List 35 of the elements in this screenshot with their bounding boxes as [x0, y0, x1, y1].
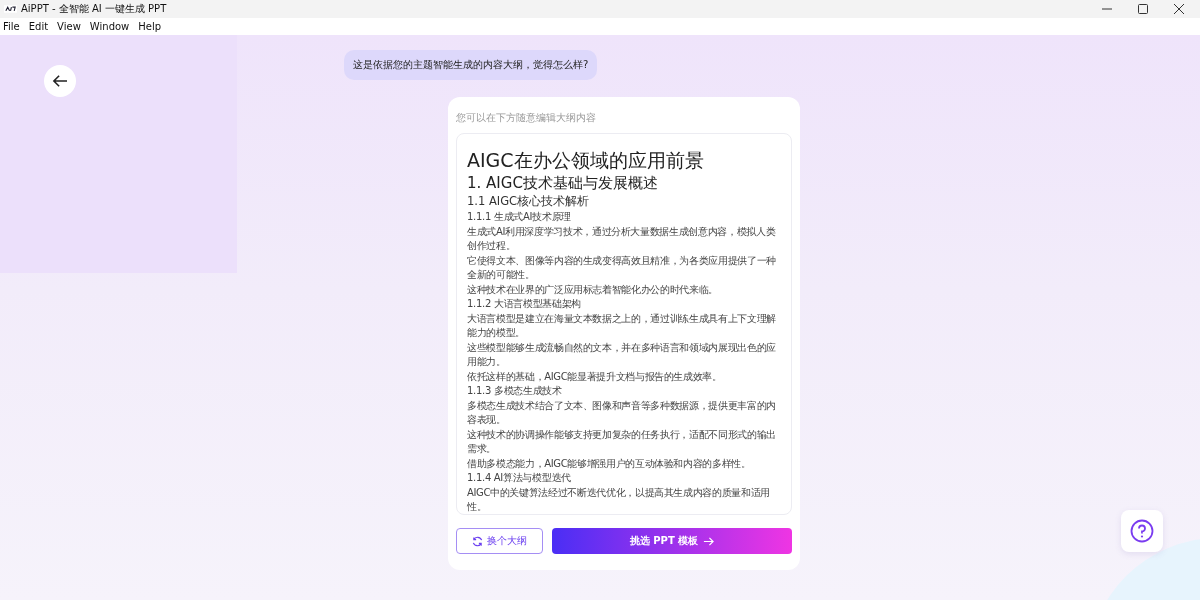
window-title: AiPPT - 全智能 AI 一键生成 PPT: [21, 2, 167, 16]
outline-paragraph: AIGC中的关键算法经过不断迭代优化，以提高其生成内容的质量和适用性。: [467, 485, 771, 514]
back-arrow-icon: [52, 74, 68, 88]
menu-item[interactable]: View: [57, 21, 81, 32]
outline-subheading: 1.1 AIGC核心技术解析: [467, 193, 591, 210]
change-outline-button[interactable]: 换个大纲: [456, 528, 543, 554]
outline-paragraph: 借助多模态能力，AIGC能够增强用户的互动体验和内容的多样性。: [467, 456, 752, 471]
outline-section: 1.1.2 大语言模型基础架构: [467, 297, 783, 312]
outline-paragraph: 多模态生成技术结合了文本、图像和声音等多种数据源，提供更丰富的内容表现。: [467, 398, 777, 427]
outline-paragraph: 生成式AI利用深度学习技术，通过分析大量数据生成创意内容，模拟人类创作过程。: [467, 224, 777, 253]
help-button[interactable]: [1121, 510, 1163, 552]
edit-hint: 您可以在下方随意编辑大纲内容: [456, 111, 597, 125]
outline-paragraph: 这种技术的协调操作能够支持更加复杂的任务执行，适配不同形式的输出需求。: [467, 427, 777, 456]
outline-title: AIGC在办公领域的应用前景: [467, 148, 705, 173]
right-arrow-icon: [703, 535, 715, 547]
outline-paragraph: 它使得文本、图像等内容的生成变得高效且精准，为各类应用提供了一种全新的可能性。: [467, 253, 777, 282]
menu-item[interactable]: Help: [138, 21, 162, 32]
choose-template-button[interactable]: 挑选 PPT 模板: [552, 528, 792, 554]
app-logo-icon: [4, 5, 17, 13]
outline-section: 1.1.4 AI算法与模型迭代: [467, 471, 783, 486]
menu-item[interactable]: Window: [89, 21, 130, 32]
outline-paragraph: 这种技术在业界的广泛应用标志着智能化办公的时代来临。: [467, 282, 719, 297]
outline-heading: 1. AIGC技术基础与发展概述: [467, 173, 659, 193]
outline-section: 1.1.3 多模态生成技术: [467, 384, 783, 399]
close-icon[interactable]: [1174, 4, 1184, 14]
menu-item[interactable]: File: [3, 21, 20, 32]
chat-bubble: 这是依据您的主题智能生成的内容大纲，觉得怎么样?: [344, 50, 598, 80]
refresh-icon: [472, 535, 483, 547]
maximize-icon[interactable]: [1138, 4, 1148, 14]
outline-paragraph: 这些模型能够生成流畅自然的文本，并在多种语言和领域内展现出色的应用能力。: [467, 340, 777, 369]
outline-section: 1.1.1 生成式AI技术原理: [467, 210, 783, 225]
outline-paragraph: 大语言模型是建立在海量文本数据之上的，通过训练生成具有上下文理解能力的模型。: [467, 311, 777, 340]
help-icon: [1130, 519, 1154, 543]
outline-paragraph: 依托这样的基础，AIGC能显著提升文档与报告的生成效率。: [467, 369, 723, 384]
menu-item[interactable]: Edit: [28, 21, 49, 32]
